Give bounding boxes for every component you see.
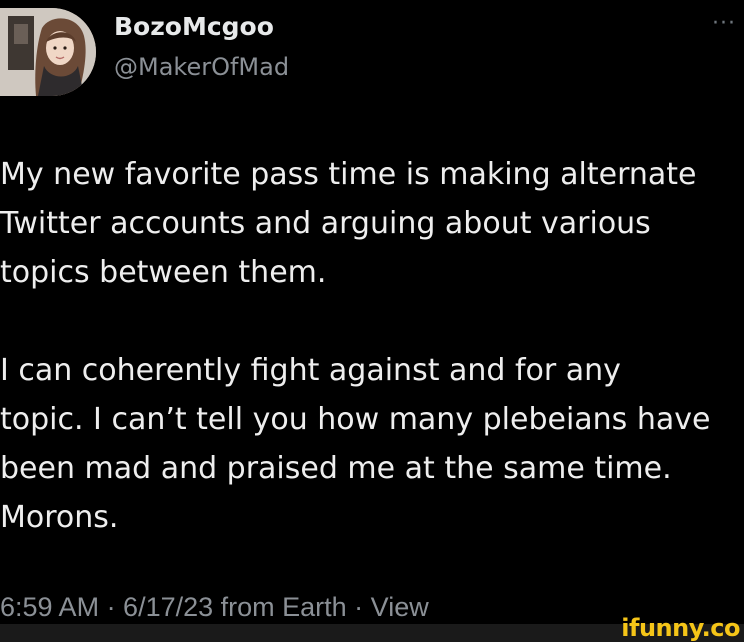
more-horizontal-icon[interactable]: ··· <box>712 13 742 35</box>
display-name[interactable]: BozoMcgoo <box>114 12 274 42</box>
avatar-image <box>0 8 96 96</box>
tweet-text: My new favorite pass time is making alte… <box>0 157 711 535</box>
watermark: ifunny.co <box>621 614 740 642</box>
avatar[interactable] <box>0 8 96 96</box>
tweet-timestamp[interactable]: 6:59 AM · 6/17/23 from Earth · View <box>0 590 429 624</box>
user-handle[interactable]: @MakerOfMad <box>114 52 289 82</box>
tweet: BozoMcgoo @MakerOfMad ··· My new favorit… <box>0 0 744 642</box>
